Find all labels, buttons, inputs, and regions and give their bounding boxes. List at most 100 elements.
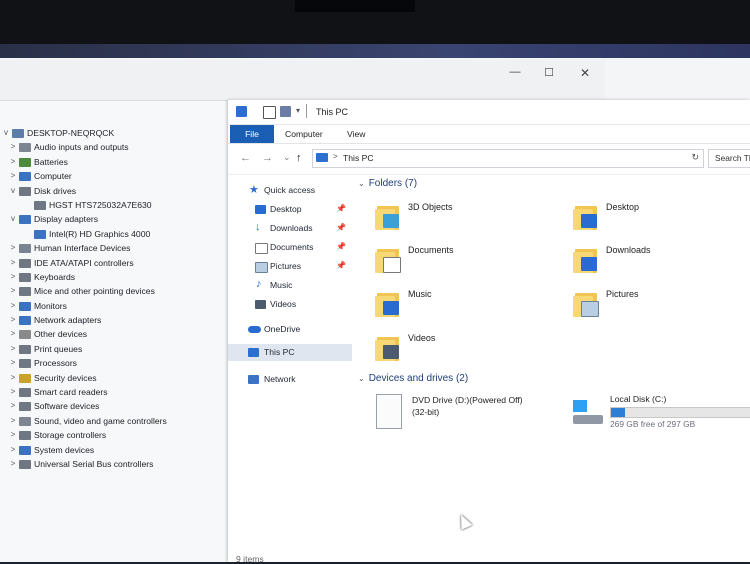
nav-videos[interactable]: Videos [228, 296, 352, 313]
chevron-right-icon[interactable]: > [9, 356, 17, 370]
up-button[interactable]: ↑ [296, 152, 302, 164]
tab-computer[interactable]: Computer [285, 125, 323, 143]
address-bar[interactable]: > This PC ↻ [312, 149, 704, 168]
tree-item[interactable]: > Mice and other pointing devices [0, 284, 230, 298]
tab-view[interactable]: View [347, 125, 365, 143]
tree-item[interactable]: Intel(R) HD Graphics 4000 [0, 227, 230, 241]
minimize-button[interactable]: — [500, 66, 530, 80]
monitor-icon [19, 172, 31, 182]
drive-local-c[interactable]: Local Disk (C:) 269 GB free of 297 GB [573, 392, 750, 434]
dvd-drive-icon [376, 394, 402, 429]
chevron-right-icon[interactable]: > [9, 443, 17, 457]
chevron-right-icon[interactable]: > [333, 152, 338, 161]
chevron-right-icon[interactable]: > [9, 155, 17, 169]
chevron-right-icon[interactable]: > [9, 385, 17, 399]
chevron-right-icon[interactable]: > [9, 399, 17, 413]
tree-item[interactable]: > Print queues [0, 342, 230, 356]
tree-item[interactable]: > Audio inputs and outputs [0, 140, 230, 154]
tree-item[interactable]: > Network adapters [0, 313, 230, 327]
tree-item-label: Processors [34, 358, 77, 369]
chevron-down-icon[interactable]: v [9, 184, 17, 198]
software-icon [19, 402, 31, 412]
chevron-right-icon[interactable]: > [9, 428, 17, 442]
system-icon [19, 445, 31, 455]
back-button[interactable]: ← [240, 152, 251, 164]
nav-this-pc[interactable]: This PC [228, 344, 352, 361]
pin-icon[interactable]: 📌 [336, 261, 346, 270]
tree-item[interactable]: > Human Interface Devices [0, 241, 230, 255]
tree-item[interactable]: > Universal Serial Bus controllers [0, 457, 230, 471]
chevron-right-icon[interactable]: > [9, 313, 17, 327]
pin-icon[interactable]: 📌 [336, 242, 346, 251]
forward-button[interactable]: → [262, 152, 273, 164]
chevron-right-icon[interactable]: > [9, 457, 17, 471]
chevron-down-icon[interactable]: v [9, 212, 17, 226]
nav-quick-access[interactable]: ★ Quick access [228, 182, 352, 199]
chevron-right-icon[interactable]: > [9, 342, 17, 356]
recent-locations-button[interactable]: ⌄ [283, 152, 291, 163]
tree-item[interactable]: > Security devices [0, 371, 230, 385]
nav-downloads[interactable]: ↓ Downloads 📌 [228, 220, 352, 237]
drives-group-header[interactable]: ⌄ Devices and drives (2) [358, 373, 468, 384]
window-title: This PC [316, 107, 349, 117]
folders-group-header[interactable]: ⌄ Folders (7) [358, 178, 417, 189]
nav-documents[interactable]: Documents 📌 [228, 239, 352, 256]
pin-icon[interactable]: 📌 [336, 204, 346, 213]
folder-documents[interactable]: Documents [375, 241, 565, 277]
chevron-down-icon[interactable]: v [2, 126, 10, 140]
tree-item[interactable]: v Disk drives [0, 184, 230, 198]
chevron-right-icon[interactable]: > [9, 327, 17, 341]
chevron-right-icon[interactable]: > [9, 241, 17, 255]
folder-downloads[interactable]: Downloads [573, 241, 743, 277]
refresh-icon[interactable]: ↻ [691, 152, 699, 163]
tree-item[interactable]: > Storage controllers [0, 428, 230, 442]
tree-item[interactable]: > Computer [0, 169, 230, 183]
address-path[interactable]: This PC [343, 153, 374, 163]
chevron-right-icon[interactable]: > [9, 270, 17, 284]
folder-music[interactable]: Music [375, 285, 565, 321]
tree-item[interactable]: > Sound, video and game controllers [0, 414, 230, 428]
search-box[interactable]: Search Th [708, 149, 750, 168]
nav-network[interactable]: Network [228, 371, 352, 388]
tree-item[interactable]: HGST HTS725032A7E630 [0, 198, 230, 212]
properties-icon[interactable] [263, 106, 276, 119]
tree-item[interactable]: v Display adapters [0, 212, 230, 226]
tree-item[interactable]: > Smart card readers [0, 385, 230, 399]
tab-file[interactable]: File [230, 125, 274, 143]
nav-desktop[interactable]: Desktop 📌 [228, 201, 352, 218]
chevron-right-icon[interactable]: > [9, 140, 17, 154]
chevron-right-icon[interactable]: > [9, 169, 17, 183]
pin-icon[interactable]: 📌 [336, 223, 346, 232]
chevron-right-icon[interactable]: > [9, 414, 17, 428]
chevron-right-icon[interactable]: > [9, 371, 17, 385]
nav-onedrive[interactable]: OneDrive [228, 321, 352, 338]
tree-item[interactable]: v DESKTOP-NEQRQCK [0, 126, 230, 140]
videos-folder-icon [375, 331, 401, 361]
nav-pictures[interactable]: Pictures 📌 [228, 258, 352, 275]
maximize-button[interactable]: ☐ [534, 66, 564, 80]
tree-item[interactable]: > Batteries [0, 155, 230, 169]
folder-3d-objects[interactable]: 3D Objects [375, 198, 565, 234]
folder-desktop[interactable]: Desktop [573, 198, 743, 234]
computer-icon [12, 129, 24, 138]
chevron-right-icon[interactable]: > [9, 299, 17, 313]
tree-item[interactable]: > Other devices [0, 327, 230, 341]
network-icon [19, 316, 31, 326]
tree-item[interactable]: > Software devices [0, 399, 230, 413]
nav-label: Music [270, 280, 293, 290]
nav-music[interactable]: ♪ Music [228, 277, 352, 294]
chevron-right-icon[interactable]: > [9, 284, 17, 298]
tree-item[interactable]: > Keyboards [0, 270, 230, 284]
folder-videos[interactable]: Videos [375, 329, 565, 365]
tree-item[interactable]: > IDE ATA/ATAPI controllers [0, 256, 230, 270]
cloud-icon [248, 326, 261, 333]
chevron-right-icon[interactable]: > [9, 256, 17, 270]
new-folder-icon[interactable] [280, 106, 291, 117]
close-button[interactable]: ✕ [570, 66, 600, 80]
drive-dvd[interactable]: DVD Drive (D:)(Powered Off) (32-bit) [375, 392, 565, 432]
tree-item[interactable]: > Processors [0, 356, 230, 370]
customize-toolbar-icon[interactable]: ▾ [296, 106, 300, 115]
tree-item[interactable]: > Monitors [0, 299, 230, 313]
tree-item[interactable]: > System devices [0, 443, 230, 457]
folder-pictures[interactable]: Pictures [573, 285, 743, 321]
